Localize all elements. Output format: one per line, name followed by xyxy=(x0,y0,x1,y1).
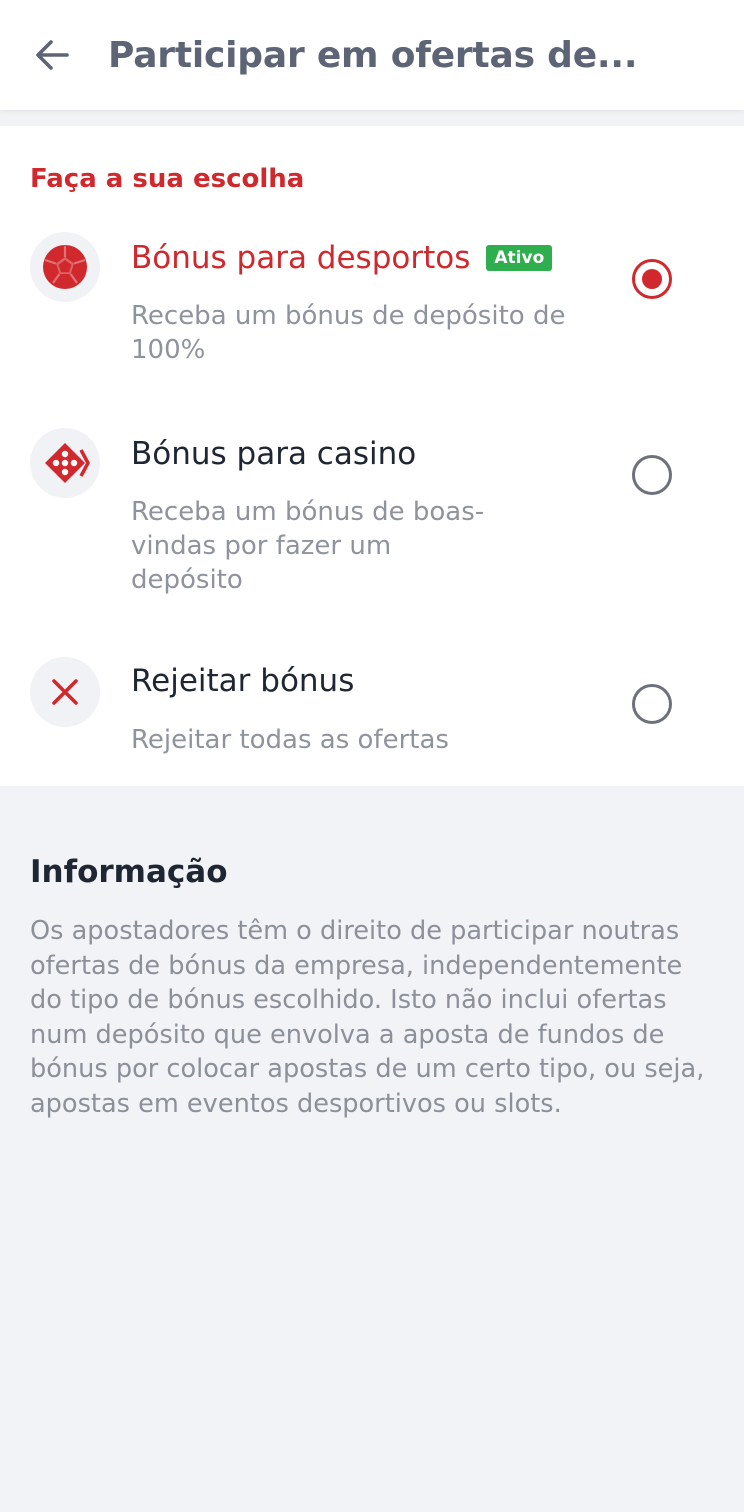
app-bar: Participar em ofertas de... xyxy=(0,0,744,110)
info-text: Os apostadores têm o direito de particip… xyxy=(30,916,705,1119)
header-spacer xyxy=(0,110,744,126)
radio-selected-dot xyxy=(642,269,662,289)
option-icon-wrapper xyxy=(30,428,100,498)
option-sports-bonus[interactable]: Bónus para desportos Ativo Receba um bón… xyxy=(0,232,744,382)
option-title: Bónus para casino xyxy=(131,436,417,472)
radio-sports-bonus[interactable] xyxy=(632,259,672,299)
option-title-text: Bónus para desportos xyxy=(131,240,471,276)
radio-casino-bonus[interactable] xyxy=(632,455,672,495)
dice-icon xyxy=(45,443,90,483)
option-description: Receba um bónus de boas-vindas por fazer… xyxy=(131,497,485,595)
soccer-ball-icon xyxy=(43,245,87,289)
option-description: Rejeitar todas as ofertas xyxy=(131,725,449,755)
arrow-left-icon xyxy=(36,40,69,70)
back-button[interactable] xyxy=(25,28,79,82)
option-icon-wrapper xyxy=(30,657,100,727)
option-description: Receba um bónus de depósito de 100% xyxy=(131,301,566,365)
active-badge: Ativo xyxy=(486,245,553,271)
radio-reject-bonus[interactable] xyxy=(632,684,672,724)
section-title: Faça a sua escolha xyxy=(30,164,305,194)
close-icon xyxy=(52,679,78,705)
bonus-choice-section: Faça a sua escolha Bónus para desportos … xyxy=(0,126,744,786)
option-title: Bónus para desportos Ativo xyxy=(131,240,553,276)
option-reject-bonus[interactable]: Rejeitar bónus Rejeitar todas as ofertas xyxy=(0,657,744,767)
option-title: Rejeitar bónus xyxy=(131,663,355,699)
info-title: Informação xyxy=(30,854,228,890)
option-casino-bonus[interactable]: Bónus para casino Receba um bónus de boa… xyxy=(0,428,744,608)
option-icon-wrapper xyxy=(30,232,100,302)
page-title: Participar em ofertas de... xyxy=(108,34,638,76)
